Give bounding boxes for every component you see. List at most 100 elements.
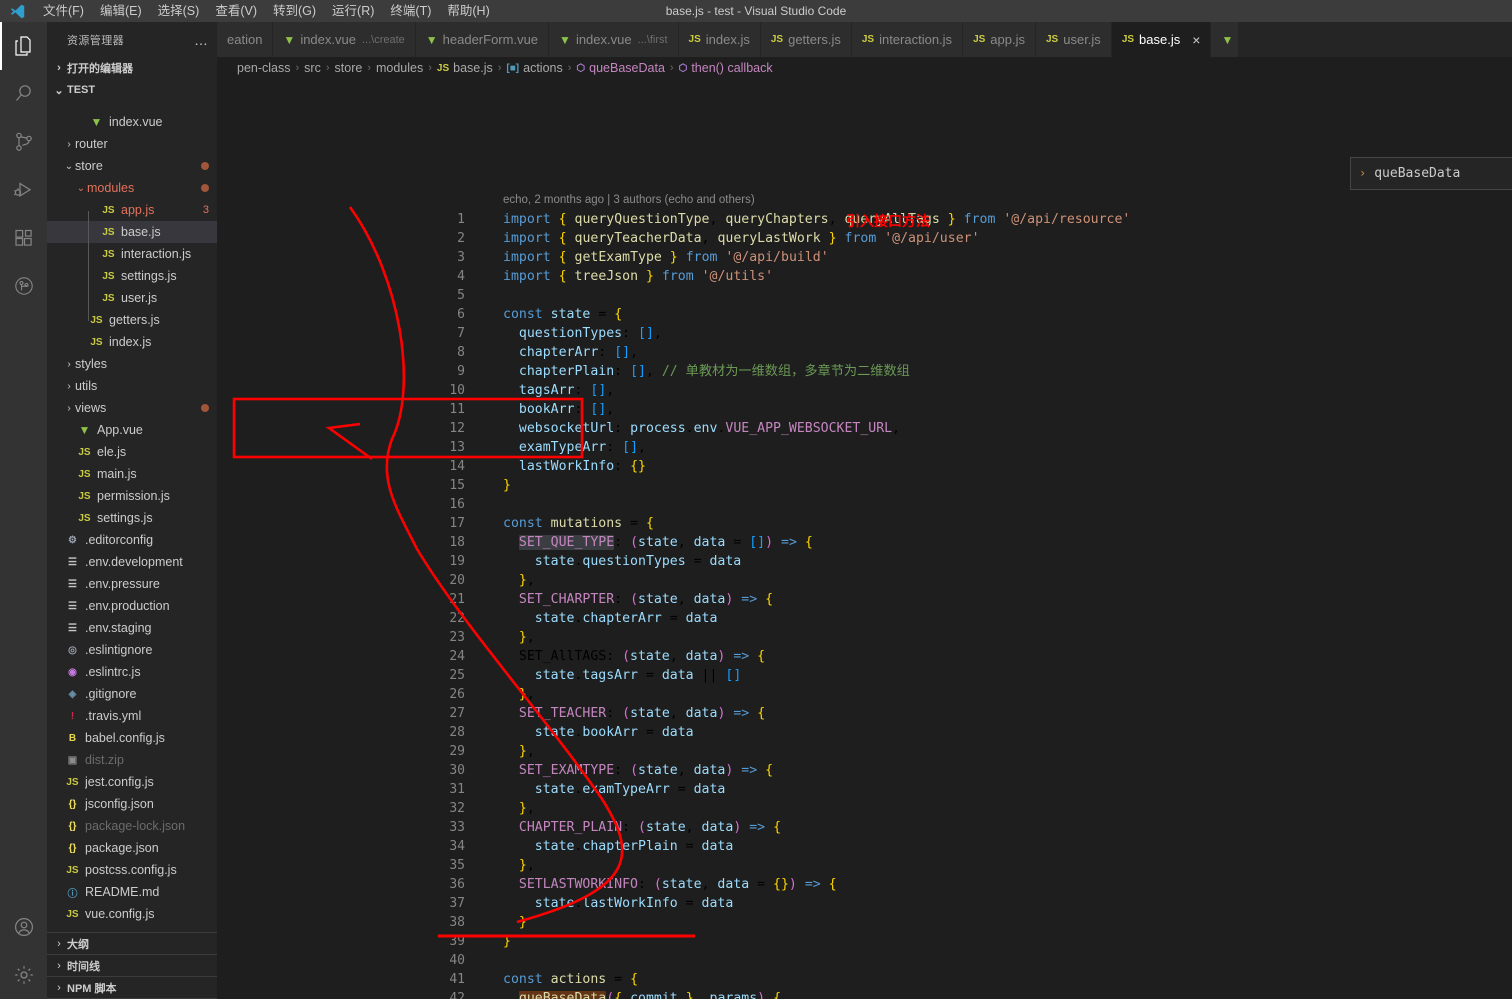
code-line[interactable]: chapterPlain: [], // 单教材为一维数组，多章节为二维数组 — [503, 362, 1512, 381]
code-line[interactable]: SET_CHARPTER: (state, data) => { — [503, 590, 1512, 609]
activity-run-debug[interactable] — [0, 166, 47, 214]
code-line[interactable]: }, — [503, 742, 1512, 761]
code-line[interactable]: }, — [503, 856, 1512, 875]
code-line[interactable] — [503, 495, 1512, 514]
code-line[interactable]: const actions = { — [503, 970, 1512, 989]
activity-account[interactable] — [0, 903, 47, 951]
code-content[interactable]: import { queryQuestionType, queryChapter… — [503, 210, 1512, 999]
editor-tab-overflow[interactable]: ▼ — [1211, 22, 1240, 57]
code-line[interactable]: chapterArr: [], — [503, 343, 1512, 362]
code-line[interactable]: state.examTypeArr = data — [503, 780, 1512, 799]
code-line[interactable]: const state = { — [503, 305, 1512, 324]
tree-file-user.js[interactable]: JS user.js — [47, 287, 217, 309]
activity-git-graph[interactable] — [0, 262, 47, 310]
breadcrumb-item-quebasedata[interactable]: ⬡ queBaseData — [576, 61, 665, 75]
activity-extensions[interactable] — [0, 214, 47, 262]
breadcrumb-item-store[interactable]: store — [335, 61, 363, 75]
tree-folder-utils[interactable]: › utils — [47, 375, 217, 397]
menu-help[interactable]: 帮助(H) — [439, 0, 497, 22]
tree-folder-views[interactable]: › views — [47, 397, 217, 419]
editor-tab-index-vue[interactable]: ▼ index.vue ...\first — [549, 22, 679, 57]
editor-tab-index-js[interactable]: JS index.js — [678, 22, 761, 57]
activity-source-control[interactable] — [0, 118, 47, 166]
tree-file-babel.config.js[interactable]: Βbabel.config.js — [47, 727, 217, 749]
tree-file-App.vue[interactable]: ▼ App.vue — [47, 419, 217, 441]
menu-selection[interactable]: 选择(S) — [150, 0, 208, 22]
code-line[interactable]: state.chapterPlain = data — [503, 837, 1512, 856]
editor-tab-getters-js[interactable]: JS getters.js — [760, 22, 852, 57]
code-editor[interactable]: echo, 2 months ago | 3 authors (echo and… — [217, 79, 1512, 999]
tree-file-.gitignore[interactable]: ◈ .gitignore — [47, 683, 217, 705]
code-line[interactable]: }, — [503, 628, 1512, 647]
menu-view[interactable]: 查看(V) — [207, 0, 265, 22]
tree-file-README.md[interactable]: ⓘ README.md — [47, 881, 217, 903]
section-timeline[interactable]: › 时间线 — [47, 955, 217, 977]
tree-file-.eslintrc.js[interactable]: ◉ .eslintrc.js — [47, 661, 217, 683]
sidebar-more-actions-icon[interactable]: … — [194, 32, 209, 48]
code-line[interactable]: import { queryQuestionType, queryChapter… — [503, 210, 1512, 229]
tree-folder-store[interactable]: ⌄ store — [47, 155, 217, 177]
code-line[interactable]: queBaseData({ commit }, params) { — [503, 989, 1512, 999]
code-line[interactable]: }, — [503, 571, 1512, 590]
file-tree[interactable]: ▼ index.vue › router ⌄ store ⌄ modules JS app.js… — [47, 101, 217, 932]
code-line[interactable]: state.chapterArr = data — [503, 609, 1512, 628]
code-line[interactable]: }, — [503, 685, 1512, 704]
code-line[interactable]: } — [503, 932, 1512, 951]
tree-file-getters.js[interactable]: JS getters.js — [47, 309, 217, 331]
code-line[interactable]: import { getExamType } from '@/api/build… — [503, 248, 1512, 267]
tree-folder-modules[interactable]: ⌄ modules — [47, 177, 217, 199]
code-line[interactable]: SET_EXAMTYPE: (state, data) => { — [503, 761, 1512, 780]
breadcrumb-item-pen-class[interactable]: pen-class — [237, 61, 291, 75]
tree-file-permission.js[interactable]: JS permission.js — [47, 485, 217, 507]
tree-file-package.json[interactable]: {} package.json — [47, 837, 217, 859]
breadcrumb-item-actions[interactable]: [■] actions — [506, 61, 562, 75]
code-line[interactable] — [503, 286, 1512, 305]
code-line[interactable]: questionTypes: [], — [503, 324, 1512, 343]
code-line[interactable]: websocketUrl: process.env.VUE_APP_WEBSOC… — [503, 419, 1512, 438]
tree-file-postcss.config.js[interactable]: JS postcss.config.js — [47, 859, 217, 881]
code-line[interactable]: tagsArr: [], — [503, 381, 1512, 400]
section-outline[interactable]: › 大纲 — [47, 933, 217, 955]
tree-file-index.js[interactable]: JS index.js — [47, 331, 217, 353]
code-line[interactable]: state.lastWorkInfo = data — [503, 894, 1512, 913]
code-line[interactable]: SETLASTWORKINFO: (state, data = {}) => { — [503, 875, 1512, 894]
tree-file-.env.staging[interactable]: ☰ .env.staging — [47, 617, 217, 639]
menu-edit[interactable]: 编辑(E) — [92, 0, 150, 22]
tree-file-.env.pressure[interactable]: ☰ .env.pressure — [47, 573, 217, 595]
editor-tab-headerform-vue[interactable]: ▼ headerForm.vue — [415, 22, 550, 57]
tree-file-main.js[interactable]: JS main.js — [47, 463, 217, 485]
code-line[interactable]: state.bookArr = data — [503, 723, 1512, 742]
editor-tab-app-js[interactable]: JS app.js — [963, 22, 1036, 57]
code-line[interactable]: examTypeArr: [], — [503, 438, 1512, 457]
breadcrumb-item-base-js[interactable]: JS base.js — [437, 61, 493, 75]
code-line[interactable]: lastWorkInfo: {} — [503, 457, 1512, 476]
menu-go[interactable]: 转到(G) — [265, 0, 324, 22]
code-line[interactable]: SET_AllTAGS: (state, data) => { — [503, 647, 1512, 666]
breadcrumb-item-then---callback[interactable]: ⬡ then() callback — [679, 61, 773, 75]
code-line[interactable]: bookArr: [], — [503, 400, 1512, 419]
tree-file-vue.config.js[interactable]: JS vue.config.js — [47, 903, 217, 925]
tree-file-.eslintignore[interactable]: ◎ .eslintignore — [47, 639, 217, 661]
tree-file-item[interactable] — [47, 101, 217, 111]
code-line[interactable]: } — [503, 913, 1512, 932]
tree-file-settings.js[interactable]: JS settings.js — [47, 507, 217, 529]
menu-file[interactable]: 文件(F) — [35, 0, 92, 22]
tree-file-dist.zip[interactable]: ▣ dist.zip — [47, 749, 217, 771]
code-line[interactable]: CHAPTER_PLAIN: (state, data) => { — [503, 818, 1512, 837]
code-line[interactable]: state.questionTypes = data — [503, 552, 1512, 571]
breadcrumb-item-src[interactable]: src — [304, 61, 321, 75]
tree-file-ele.js[interactable]: JS ele.js — [47, 441, 217, 463]
code-line[interactable]: import { queryTeacherData, queryLastWork… — [503, 229, 1512, 248]
tree-file-jest.config.js[interactable]: JS jest.config.js — [47, 771, 217, 793]
tree-file-.travis.yml[interactable]: ! .travis.yml — [47, 705, 217, 727]
section-open-editors[interactable]: › 打开的编辑器 — [47, 57, 217, 79]
code-line[interactable]: }, — [503, 799, 1512, 818]
tab-close-icon[interactable]: × — [1192, 33, 1200, 47]
section-npm-scripts[interactable]: › NPM 脚本 — [47, 977, 217, 999]
code-line[interactable]: SET_TEACHER: (state, data) => { — [503, 704, 1512, 723]
code-line[interactable]: SET_QUE_TYPE: (state, data = []) => { — [503, 533, 1512, 552]
tree-folder-router[interactable]: › router — [47, 133, 217, 155]
editor-tab-bar[interactable]: eation ▼ index.vue ...\create ▼ headerForm.vu… — [217, 22, 1512, 57]
tree-file-.env.development[interactable]: ☰ .env.development — [47, 551, 217, 573]
tree-file-interaction.js[interactable]: JS interaction.js — [47, 243, 217, 265]
